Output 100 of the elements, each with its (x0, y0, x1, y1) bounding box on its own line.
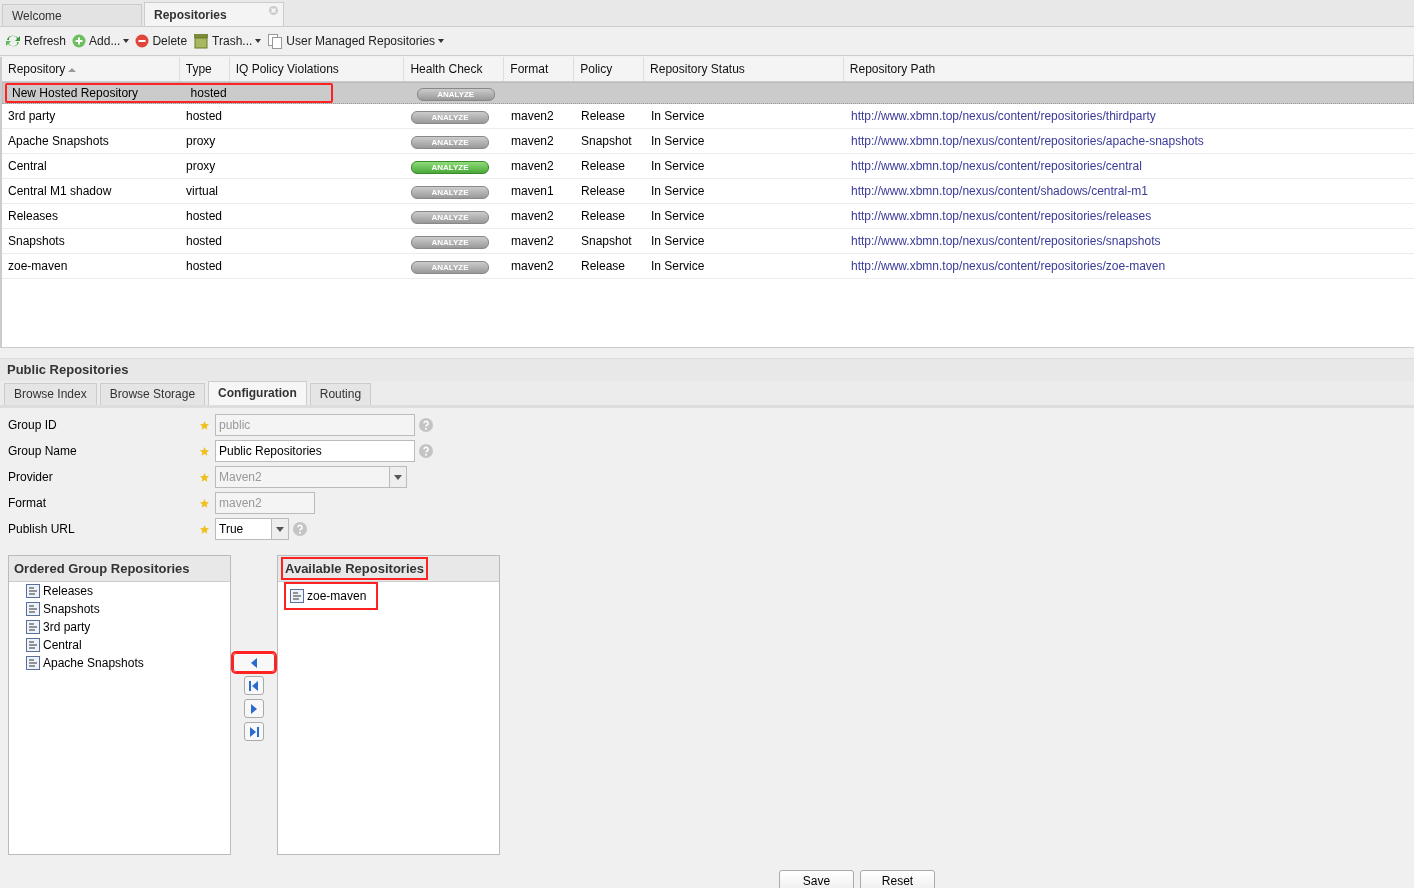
tab[interactable]: Repositories (144, 2, 284, 26)
right-arrow-icon (250, 703, 258, 714)
column-header[interactable]: Health Check (404, 57, 505, 81)
move-button[interactable] (244, 722, 264, 741)
table-cell: maven2 (511, 259, 554, 273)
table-cell-text: proxy (185, 134, 217, 148)
table-cell-text: 3rd party (7, 109, 57, 123)
field-label: Group Name (8, 444, 78, 458)
column-header[interactable]: Repository Status (644, 57, 844, 81)
repository-link[interactable]: http://www.xbmn.top/nexus/content/repositories/thirdparty (851, 109, 1156, 123)
repository-link[interactable]: http://www.xbmn.top/nexus/content/repositories/central (851, 159, 1142, 173)
table-row[interactable]: Central M1 shadow virtual ANALYZE maven1 Release In Service http://www.xbmn.top/nexus/content/shadows/central-m1 (2, 179, 1414, 204)
table-cell-text: Apache Snapshots (7, 134, 110, 148)
form-button[interactable]: Save (779, 870, 854, 888)
form-button[interactable]: Reset (860, 870, 935, 888)
field-label: Group ID (8, 418, 58, 432)
move-button[interactable] (244, 699, 264, 718)
repository-link[interactable]: http://www.xbmn.top/nexus/content/repositories/releases (851, 209, 1152, 223)
table-cell: Release (581, 159, 626, 173)
column-header[interactable]: Type (179, 57, 230, 81)
panel-title: Public Repositories (0, 358, 1414, 381)
list-title: Available Repositories (283, 559, 426, 578)
repository-icon (26, 602, 40, 616)
tab[interactable]: Browse Storage (99, 383, 206, 405)
table-row[interactable]: 3rd party hosted ANALYZE maven2 Release In Service http://www.xbmn.top/nexus/content/repositories/thirdparty (2, 104, 1414, 129)
repository-icon (26, 620, 40, 634)
table-cell: In Service (651, 184, 705, 198)
list-item[interactable]: Central (9, 636, 230, 654)
table-cell-text: Central (7, 159, 48, 173)
repository-icon (290, 589, 304, 603)
toolbar-button[interactable]: Delete (135, 34, 188, 48)
table-cell: maven1 (511, 184, 554, 198)
caret-icon (123, 39, 130, 43)
column-header[interactable]: Format (504, 57, 575, 81)
caret-icon (255, 39, 262, 43)
add-icon (72, 34, 87, 48)
toolbar-button[interactable]: Add... (72, 34, 130, 48)
table-cell-text: Snapshots (7, 234, 66, 248)
column-header[interactable]: Repository (2, 57, 180, 81)
chevron-icon (276, 526, 284, 532)
table-cell-text: zoe-maven (7, 259, 69, 273)
list-item[interactable]: zoe-maven (286, 584, 376, 608)
table-row[interactable]: Snapshots hosted ANALYZE maven2 Snapshot In Service http://www.xbmn.top/nexus/content/repositories/snapshots (2, 229, 1414, 254)
table-row[interactable]: New Hosted Repository hosted ANALYZE (2, 82, 1414, 104)
table-cell: maven2 (511, 209, 554, 223)
table-cell: In Service (651, 109, 705, 123)
dropdown[interactable]: True (215, 518, 289, 540)
star-icon (200, 420, 209, 430)
table-cell: Release (581, 209, 626, 223)
field-label: Provider (8, 470, 54, 484)
move-button[interactable] (244, 676, 264, 695)
list-item[interactable]: Releases (9, 582, 230, 600)
sort-icon (68, 68, 77, 72)
list-item[interactable]: Apache Snapshots (9, 654, 230, 672)
list-item[interactable]: 3rd party (9, 618, 230, 636)
toolbar-button[interactable]: User Managed Repositories (267, 33, 445, 49)
table-row[interactable]: Releases hosted ANALYZE maven2 Release In Service http://www.xbmn.top/nexus/content/repositories/releases (2, 204, 1414, 229)
table-cell: maven2 (511, 134, 554, 148)
repository-link[interactable]: http://www.xbmn.top/nexus/content/repositories/apache-snapshots (851, 134, 1204, 148)
table-cell-text: hosted (185, 259, 224, 273)
text-field[interactable]: Public Repositories (215, 440, 415, 462)
column-header[interactable]: Repository Path (843, 57, 1414, 81)
repository-link[interactable]: http://www.xbmn.top/nexus/content/repositories/snapshots (851, 234, 1161, 248)
refresh-icon (5, 34, 21, 48)
tab[interactable]: Routing (309, 383, 372, 405)
delete-icon (135, 34, 150, 48)
table-row[interactable]: Central proxy ANALYZE maven2 Release In Service http://www.xbmn.top/nexus/content/repositories/central (2, 154, 1414, 179)
tab[interactable]: Welcome (2, 4, 142, 26)
table-cell-text: Releases (7, 209, 60, 223)
toolbar-button[interactable]: Refresh (5, 34, 67, 48)
repository-icon (26, 656, 40, 670)
table-cell-text: Central M1 shadow (7, 184, 113, 198)
table-row[interactable]: Apache Snapshots proxy ANALYZE maven2 Snapshot In Service http://www.xbmn.top/nexus/content/repositories/apache-snapshots (2, 129, 1414, 154)
copy-icon (267, 33, 284, 49)
repository-link[interactable]: http://www.xbmn.top/nexus/content/shadows/central-m1 (851, 184, 1148, 198)
chevron-icon (394, 474, 402, 480)
table-cell-text: hosted (185, 209, 224, 223)
table-cell: Release (581, 109, 626, 123)
table-cell: In Service (651, 209, 705, 223)
column-header[interactable]: IQ Policy Violations (229, 57, 405, 81)
table-cell-text: hosted (189, 86, 228, 100)
table-cell-text: virtual (185, 184, 219, 198)
table-cell: maven2 (511, 159, 554, 173)
list-item[interactable]: Snapshots (9, 600, 230, 618)
caret-icon (438, 39, 445, 43)
star-icon (200, 472, 209, 482)
table-cell: maven2 (511, 234, 554, 248)
trash-icon (193, 33, 210, 49)
star-icon (200, 446, 209, 456)
move-button[interactable] (233, 653, 275, 672)
star-icon (200, 498, 209, 508)
list-title: Ordered Group Repositories (14, 561, 190, 576)
star-icon (200, 524, 209, 534)
first-arrow-icon (249, 680, 259, 691)
repository-link[interactable]: http://www.xbmn.top/nexus/content/repositories/zoe-maven (851, 259, 1166, 273)
tab[interactable]: Browse Index (4, 383, 97, 405)
tab[interactable]: Configuration (208, 381, 307, 405)
column-header[interactable]: Policy (574, 57, 645, 81)
toolbar-button[interactable]: Trash... (193, 33, 262, 49)
table-row[interactable]: zoe-maven hosted ANALYZE maven2 Release In Service http://www.xbmn.top/nexus/content/repositories/zoe-maven (2, 254, 1414, 279)
